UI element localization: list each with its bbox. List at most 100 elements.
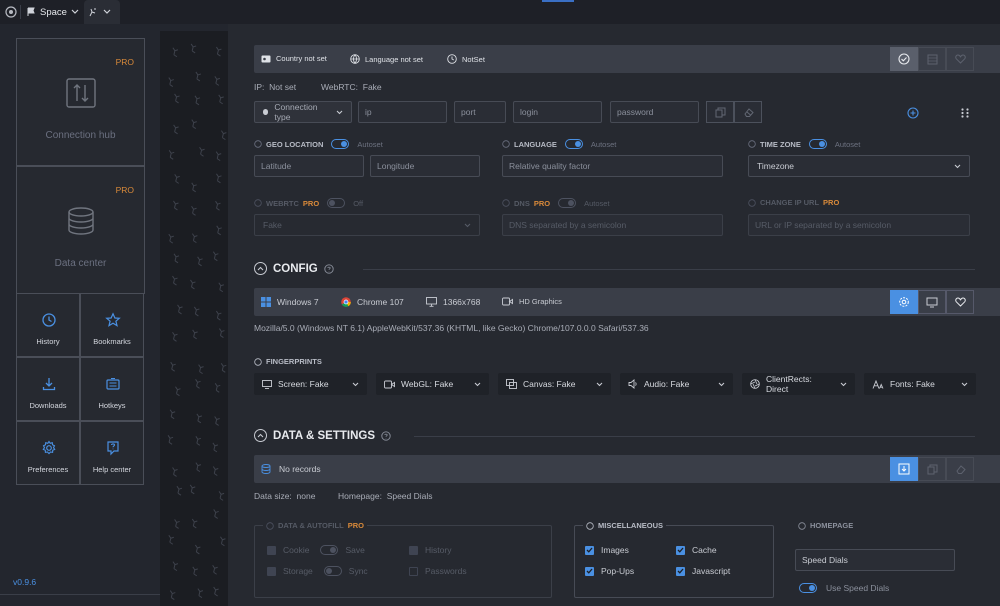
info-icon xyxy=(748,140,756,148)
import-data-button[interactable] xyxy=(890,457,918,481)
copy-proxy-button[interactable] xyxy=(706,101,734,123)
app-logo-icon[interactable] xyxy=(5,0,17,24)
cookie-save-toggle[interactable] xyxy=(320,545,339,555)
dots-grid-icon xyxy=(961,108,969,118)
change-ip-input[interactable]: URL or IP separated by a semicolon xyxy=(748,214,970,236)
pattern-figure xyxy=(194,95,201,106)
config-favorite-button[interactable] xyxy=(946,290,974,314)
password-input[interactable]: password xyxy=(610,101,699,123)
collapse-icon[interactable] xyxy=(254,429,267,442)
status-dot-icon xyxy=(263,109,269,115)
pattern-figure xyxy=(191,518,198,529)
gpu-summary: HD Graphics xyxy=(502,297,562,306)
audio-fingerprint-select[interactable]: Audio: Fake xyxy=(620,373,733,395)
homepage-title: HOMEPAGE xyxy=(798,521,853,530)
drag-handle[interactable] xyxy=(961,108,969,118)
pattern-figure xyxy=(220,130,227,141)
pattern-figure xyxy=(194,544,201,555)
records-bar: No records xyxy=(254,455,1000,483)
sidebar-divider xyxy=(0,594,160,595)
use-speed-dials-toggle[interactable] xyxy=(799,583,817,593)
checkbox-icon xyxy=(409,545,418,555)
storage-checkbox[interactable]: Storage Sync xyxy=(267,566,368,576)
config-section-header[interactable]: CONFIG xyxy=(254,262,334,275)
plus-circle-icon xyxy=(907,107,919,119)
connection-type-select[interactable]: Connection type xyxy=(254,101,352,123)
data-autofill-group: DATA & AUTOFILL PRO Cookie Save History … xyxy=(254,521,552,598)
images-checkbox[interactable]: Images xyxy=(585,545,629,555)
clear-data-button[interactable] xyxy=(946,457,974,481)
pattern-figure xyxy=(175,386,181,397)
timezone-status: NotSet xyxy=(447,54,485,64)
port-input[interactable]: port xyxy=(454,101,506,123)
history-tile[interactable]: History xyxy=(16,293,80,357)
pattern-figure xyxy=(220,536,226,547)
passwords-checkbox[interactable]: Passwords xyxy=(409,566,467,576)
collapse-icon[interactable] xyxy=(254,262,267,275)
info-icon xyxy=(266,521,274,530)
pattern-figure xyxy=(214,383,221,393)
language-autoset-toggle[interactable] xyxy=(564,139,583,149)
chevron-down-icon xyxy=(840,382,847,387)
ip-input[interactable]: ip xyxy=(358,101,447,123)
webgl-fingerprint-select[interactable]: WebGL: Fake xyxy=(376,373,489,395)
clientrects-fingerprint-select[interactable]: ClientRects: Direct xyxy=(742,373,855,395)
checkbox-checked-icon xyxy=(676,545,685,555)
preferences-tile[interactable]: Preferences xyxy=(16,421,80,485)
database-icon xyxy=(65,205,97,237)
pattern-figure xyxy=(177,304,183,315)
pattern-figure xyxy=(172,47,179,58)
profile-tab-button[interactable] xyxy=(88,0,111,24)
pattern-figure xyxy=(191,182,197,193)
add-proxy-button[interactable] xyxy=(907,107,919,119)
workspace-selector[interactable]: Space xyxy=(27,0,79,24)
popups-checkbox[interactable]: Pop-Ups xyxy=(585,566,634,576)
javascript-checkbox[interactable]: Javascript xyxy=(676,566,730,576)
hotkeys-tile[interactable]: Hotkeys xyxy=(80,357,144,421)
bookmarks-tile[interactable]: Bookmarks xyxy=(80,293,144,357)
dns-toggle[interactable] xyxy=(558,198,577,208)
clear-proxy-button[interactable] xyxy=(734,101,762,123)
export-data-button[interactable] xyxy=(918,457,946,481)
proxy-favorite-button[interactable] xyxy=(946,47,974,71)
latitude-input[interactable]: Latitude xyxy=(254,155,364,177)
cookie-checkbox[interactable]: Cookie Save xyxy=(267,545,365,555)
heart-icon xyxy=(954,297,966,307)
storage-sync-toggle[interactable] xyxy=(323,566,342,576)
proxy-screen-button[interactable] xyxy=(918,47,946,71)
timezone-select[interactable]: Timezone xyxy=(748,155,970,177)
canvas-fingerprint-select[interactable]: Canvas: Fake xyxy=(498,373,611,395)
check-proxy-button[interactable] xyxy=(890,47,918,71)
import-icon xyxy=(898,463,910,475)
use-speed-dials-toggle-row[interactable]: Use Speed Dials xyxy=(799,583,889,593)
fonts-fingerprint-select[interactable]: Fonts: Fake xyxy=(864,373,976,395)
webrtc-select[interactable]: Fake xyxy=(254,214,480,236)
homepage-input[interactable]: Speed Dials xyxy=(795,549,955,571)
downloads-tile[interactable]: Downloads xyxy=(16,357,80,421)
pattern-figure xyxy=(167,435,174,445)
cache-checkbox[interactable]: Cache xyxy=(676,545,717,555)
dns-input[interactable]: DNS separated by a semicolon xyxy=(502,214,723,236)
pattern-figure xyxy=(174,93,180,104)
pattern-figure xyxy=(168,77,174,87)
relative-quality-input[interactable]: Relative quality factor xyxy=(502,155,723,177)
timezone-autoset-toggle[interactable] xyxy=(808,139,827,149)
chevron-down-icon xyxy=(596,382,603,387)
connection-hub-tile[interactable]: PRO Connection hub xyxy=(16,38,145,166)
screen-fingerprint-select[interactable]: Screen: Fake xyxy=(254,373,367,395)
checkbox-checked-icon xyxy=(676,566,685,576)
pattern-figure xyxy=(197,256,203,267)
history-checkbox[interactable]: History xyxy=(409,545,451,555)
pattern-figure xyxy=(173,253,180,264)
longitude-input[interactable]: Longitude xyxy=(370,155,480,177)
login-input[interactable]: login xyxy=(513,101,602,123)
top-bar: Space xyxy=(0,0,1000,24)
geo-autoset-toggle[interactable] xyxy=(331,139,350,149)
config-screen-button[interactable] xyxy=(918,290,946,314)
webrtc-toggle[interactable] xyxy=(327,198,346,208)
help-center-tile[interactable]: Help center xyxy=(80,421,144,485)
data-center-tile[interactable]: PRO Data center xyxy=(16,166,145,294)
config-settings-button[interactable] xyxy=(890,290,918,314)
bookmarks-label: Bookmarks xyxy=(93,337,131,346)
data-settings-section-header[interactable]: DATA & SETTINGS xyxy=(254,429,391,442)
